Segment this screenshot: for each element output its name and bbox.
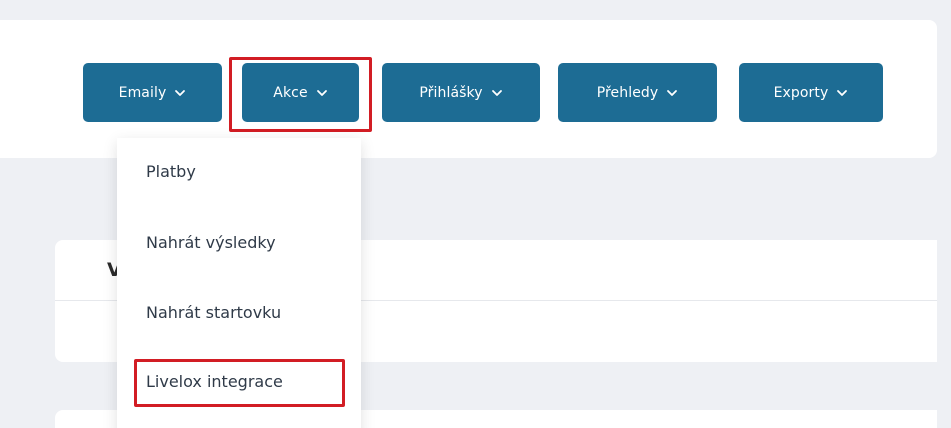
exporty-button[interactable]: Exporty — [739, 63, 883, 122]
chevron-down-icon — [667, 89, 678, 96]
prihlasky-button[interactable]: Přihlášky — [382, 63, 540, 122]
prihlasky-button-label: Přihlášky — [419, 84, 483, 101]
akce-dropdown-menu: Platby Nahrát výsledky Nahrát startovku … — [117, 138, 361, 428]
akce-button-label: Akce — [273, 84, 308, 101]
chevron-down-icon — [837, 89, 848, 96]
menu-item-nahrat-vysledky[interactable]: Nahrát výsledky — [146, 227, 276, 257]
page: Emaily Akce Přihlášky Přehledy Exporty V… — [0, 0, 951, 428]
emaily-button-label: Emaily — [118, 84, 167, 101]
chevron-down-icon — [491, 89, 502, 96]
menu-item-nahrat-startovku[interactable]: Nahrát startovku — [146, 297, 281, 327]
menu-item-livelox-integrace[interactable]: Livelox integrace — [136, 366, 289, 396]
prehledy-button[interactable]: Přehledy — [558, 63, 717, 122]
menu-item-platby[interactable]: Platby — [146, 156, 196, 186]
chevron-down-icon — [175, 89, 186, 96]
emaily-button[interactable]: Emaily — [83, 63, 222, 122]
prehledy-button-label: Přehledy — [596, 84, 659, 101]
akce-button[interactable]: Akce — [242, 63, 359, 122]
chevron-down-icon — [316, 89, 327, 96]
exporty-button-label: Exporty — [773, 84, 829, 101]
